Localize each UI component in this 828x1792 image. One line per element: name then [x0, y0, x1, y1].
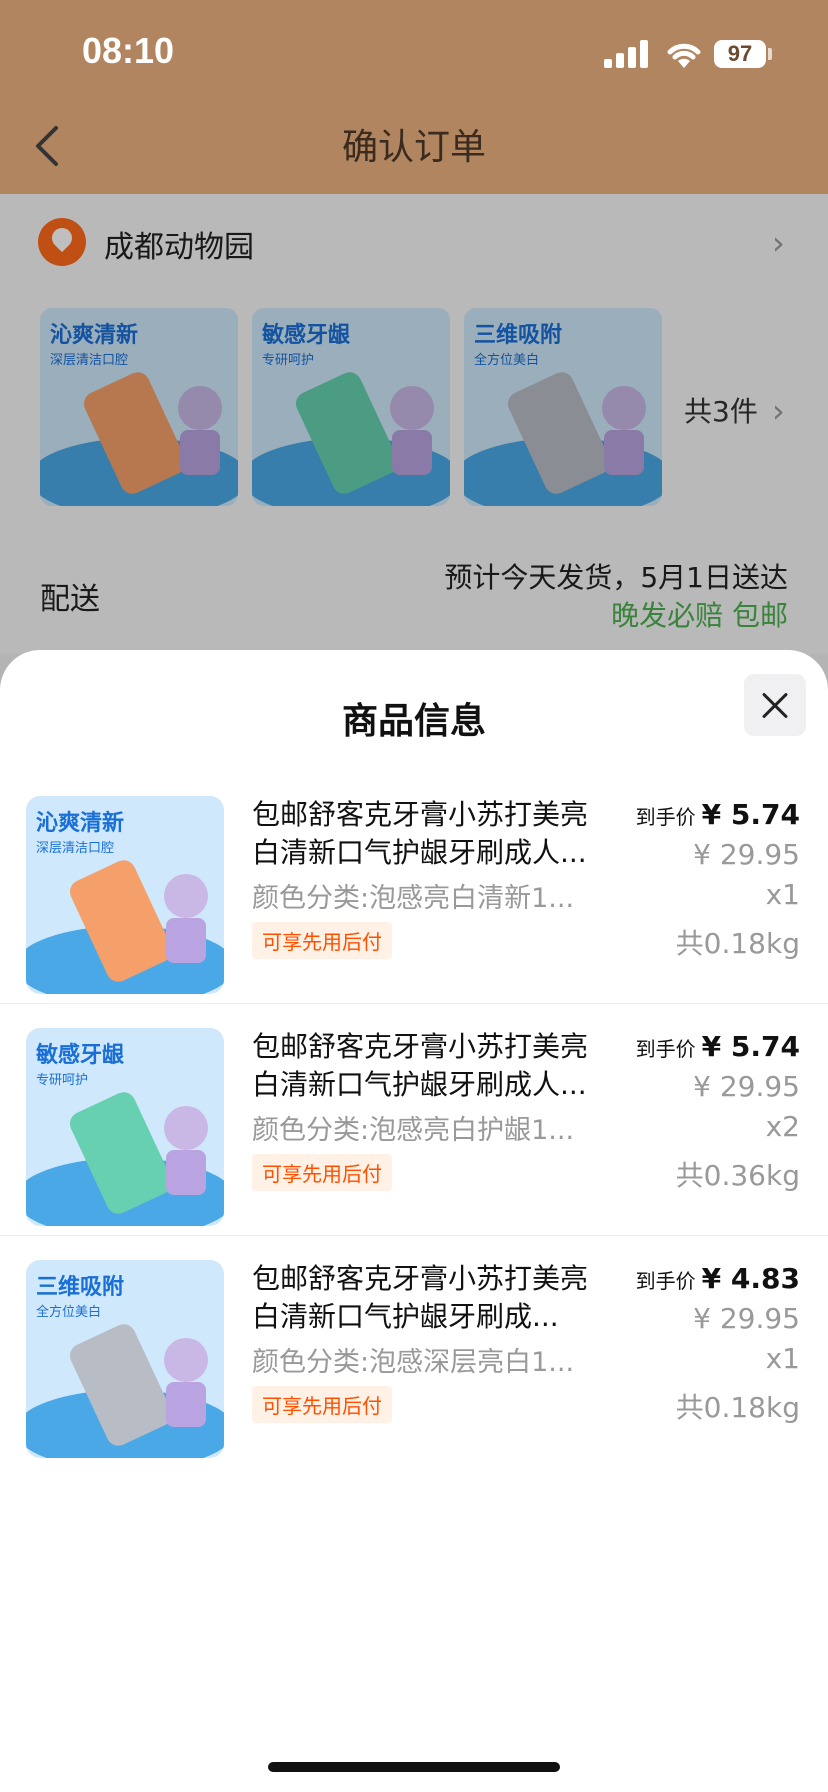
status-bar: 08:10 97	[0, 0, 828, 100]
weight: 共0.36kg	[675, 1159, 800, 1192]
img-sub: 深层清洁口腔	[36, 841, 114, 856]
page-title: 确认订单	[341, 127, 486, 168]
original-price: ¥ 29.95	[693, 1302, 800, 1335]
product-name: 包邮舒客克牙膏小苏打美亮白清新口气护龈牙刷成人...	[252, 1030, 589, 1101]
quantity: x1	[765, 1342, 800, 1375]
quantity: x1	[765, 878, 800, 911]
product-info-sheet: 商品信息 沁爽清新 深层清洁口腔 包邮舒客克牙膏小苏打美亮白清新口气护龈牙刷成人…	[0, 650, 828, 1792]
final-price: 到手价 ¥ 5.74	[636, 1030, 800, 1063]
product-variant: 颜色分类:泡感亮白清新1...	[252, 883, 575, 914]
original-price: ¥ 29.95	[693, 838, 800, 871]
product-image[interactable]: 三维吸附 全方位美白	[26, 1260, 224, 1458]
product-image[interactable]: 沁爽清新 深层清洁口腔	[26, 796, 224, 994]
quantity: x2	[765, 1110, 800, 1143]
close-icon[interactable]	[744, 674, 806, 736]
weight: 共0.18kg	[675, 1391, 800, 1424]
price-label: 到手价	[635, 805, 696, 829]
price-label: 到手价	[635, 1037, 696, 1061]
price-value: ¥ 5.74	[701, 1030, 800, 1063]
img-headline: 沁爽清新	[36, 810, 124, 836]
pay-later-badge: 可享先用后付	[252, 1386, 392, 1423]
battery-icon: 97	[714, 40, 766, 68]
product-variant: 颜色分类:泡感亮白护龈1...	[252, 1115, 575, 1146]
battery-nub	[768, 48, 772, 60]
product-variant: 颜色分类:泡感深层亮白1...	[252, 1347, 575, 1378]
pay-later-badge: 可享先用后付	[252, 922, 392, 959]
product-row[interactable]: 敏感牙龈 专研呵护 包邮舒客克牙膏小苏打美亮白清新口气护龈牙刷成人... 颜色分…	[0, 1004, 828, 1236]
img-headline: 三维吸附	[36, 1274, 124, 1300]
price-value: ¥ 4.83	[701, 1262, 800, 1295]
original-price: ¥ 29.95	[693, 1070, 800, 1103]
img-sub: 专研呵护	[36, 1073, 88, 1088]
status-time: 08:10	[82, 30, 175, 71]
wifi-icon	[667, 43, 701, 68]
img-headline: 敏感牙龈	[35, 1042, 125, 1068]
final-price: 到手价 ¥ 4.83	[636, 1262, 800, 1295]
home-indicator[interactable]	[268, 1762, 560, 1772]
product-row[interactable]: 沁爽清新 深层清洁口腔 包邮舒客克牙膏小苏打美亮白清新口气护龈牙刷成人... 颜…	[0, 772, 828, 1004]
final-price: 到手价 ¥ 5.74	[636, 798, 800, 831]
pay-later-badge: 可享先用后付	[252, 1154, 392, 1191]
img-sub: 全方位美白	[36, 1304, 101, 1320]
product-name: 包邮舒客克牙膏小苏打美亮白清新口气护龈牙刷成人...	[252, 798, 589, 869]
product-image[interactable]: 敏感牙龈 专研呵护	[26, 1028, 224, 1226]
price-value: ¥ 5.74	[701, 798, 800, 831]
signal-icon	[604, 40, 648, 68]
sheet-title: 商品信息	[341, 701, 486, 742]
price-label: 到手价	[635, 1269, 696, 1293]
product-row[interactable]: 三维吸附 全方位美白 包邮舒客克牙膏小苏打美亮白清新口气护龈牙刷成... 颜色分…	[0, 1236, 828, 1468]
product-name: 包邮舒客克牙膏小苏打美亮白清新口气护龈牙刷成...	[252, 1262, 589, 1333]
weight: 共0.18kg	[675, 927, 800, 960]
